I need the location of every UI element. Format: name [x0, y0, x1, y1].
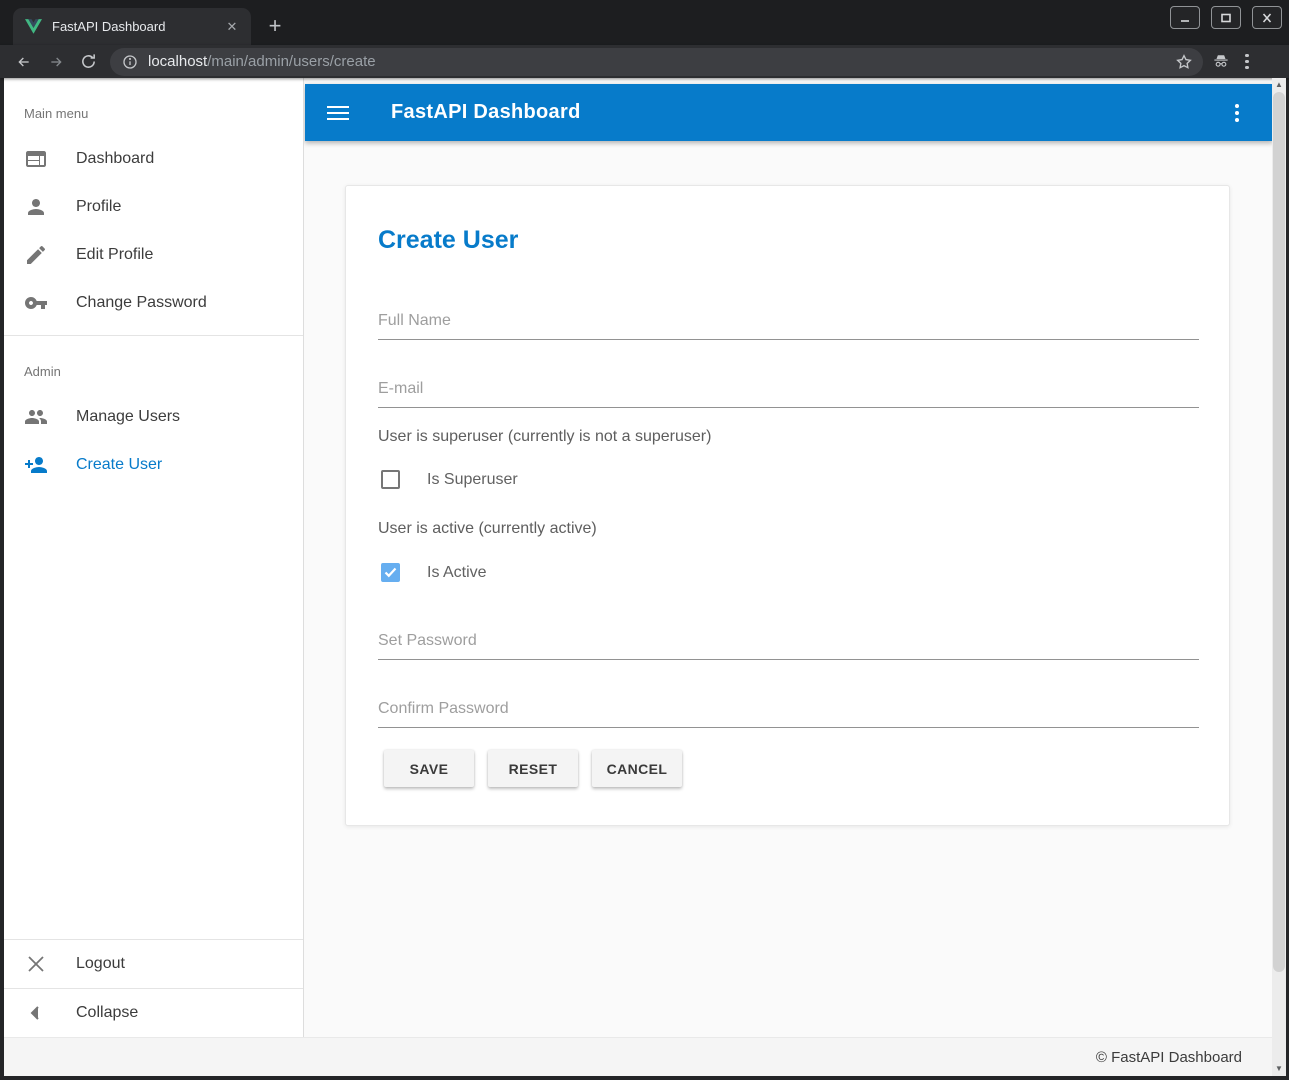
sidebar-item-label: Create User — [76, 456, 162, 474]
info-icon[interactable] — [122, 54, 138, 70]
browser-tab[interactable]: FastAPI Dashboard ✕ — [13, 8, 251, 45]
copyright-text: © FastAPI Dashboard — [1096, 1049, 1242, 1066]
full-name-input[interactable] — [378, 302, 1199, 340]
vue-logo-icon — [25, 19, 42, 34]
is-active-checkbox-row[interactable]: Is Active — [381, 563, 487, 582]
new-tab-icon[interactable]: + — [262, 13, 288, 39]
sidebar-item-label: Profile — [76, 198, 121, 216]
reload-icon[interactable] — [72, 48, 104, 76]
close-x-icon — [24, 952, 48, 976]
sidebar-item-create-user[interactable]: Create User — [4, 441, 303, 489]
active-hint: User is active (currently active) — [378, 520, 597, 538]
window-controls — [1170, 6, 1282, 29]
page-viewport: Main menu Dashboard Profile Edit Profile… — [4, 78, 1286, 1076]
save-button[interactable]: SAVE — [384, 750, 474, 787]
app-toolbar: FastAPI Dashboard — [305, 84, 1273, 141]
reset-button[interactable]: RESET — [488, 750, 578, 787]
sidebar-item-logout[interactable]: Logout — [4, 940, 303, 988]
set-password-input[interactable] — [378, 622, 1199, 660]
browser-toolbar: localhost/main/admin/users/create — [0, 45, 1289, 78]
maximize-icon[interactable] — [1211, 6, 1241, 29]
sidebar-item-edit-profile[interactable]: Edit Profile — [4, 231, 303, 279]
superuser-hint: User is superuser (currently is not a su… — [378, 428, 711, 446]
window-close-icon[interactable] — [1252, 6, 1282, 29]
hamburger-menu-icon[interactable] — [327, 101, 351, 125]
scrollbar-up-arrow-icon[interactable]: ▲ — [1272, 78, 1286, 92]
email-input[interactable] — [378, 370, 1199, 408]
checkbox-unchecked-icon[interactable] — [381, 470, 400, 489]
sidebar: Main menu Dashboard Profile Edit Profile… — [4, 78, 304, 1037]
sidebar-item-label: Collapse — [76, 1004, 138, 1022]
confirm-password-input[interactable] — [378, 690, 1199, 728]
create-user-card: Create User User is superuser (currently… — [345, 185, 1230, 826]
web-icon — [24, 147, 48, 171]
is-superuser-checkbox-row[interactable]: Is Superuser — [381, 470, 518, 489]
people-icon — [24, 405, 48, 429]
sidebar-item-label: Logout — [76, 955, 125, 973]
browser-titlebar: FastAPI Dashboard ✕ + — [0, 0, 1289, 45]
sidebar-section-main-menu: Main menu — [4, 78, 303, 135]
scrollbar-thumb[interactable] — [1273, 92, 1285, 972]
tab-title: FastAPI Dashboard — [52, 19, 223, 34]
app-title: FastAPI Dashboard — [391, 101, 1225, 124]
cancel-button[interactable]: CANCEL — [592, 750, 682, 787]
url-host: localhost — [148, 53, 207, 70]
browser-menu-icon[interactable] — [1245, 54, 1249, 70]
sidebar-item-profile[interactable]: Profile — [4, 183, 303, 231]
page-footer: © FastAPI Dashboard — [4, 1037, 1272, 1076]
checkbox-label: Is Superuser — [427, 471, 518, 489]
person-icon — [24, 195, 48, 219]
checkbox-label: Is Active — [427, 564, 487, 582]
tab-close-icon[interactable]: ✕ — [223, 18, 241, 36]
sidebar-item-change-password[interactable]: Change Password — [4, 279, 303, 327]
sidebar-item-collapse[interactable]: Collapse — [4, 989, 303, 1037]
sidebar-item-label: Dashboard — [76, 150, 154, 168]
sidebar-item-dashboard[interactable]: Dashboard — [4, 135, 303, 183]
minimize-icon[interactable] — [1170, 6, 1200, 29]
key-icon — [24, 291, 48, 315]
chevron-left-icon — [24, 1001, 48, 1025]
url-text[interactable]: localhost/main/admin/users/create — [148, 53, 1175, 70]
sidebar-item-label: Change Password — [76, 294, 207, 312]
vertical-scrollbar[interactable]: ▲ ▼ — [1272, 78, 1286, 1076]
url-path: /main/admin/users/create — [207, 53, 375, 70]
sidebar-section-admin: Admin — [4, 336, 303, 393]
sidebar-bottom: Logout Collapse — [4, 939, 303, 1037]
sidebar-item-manage-users[interactable]: Manage Users — [4, 393, 303, 441]
person-add-icon — [24, 453, 48, 477]
main-content: FastAPI Dashboard Create User User is su… — [305, 78, 1273, 1037]
kebab-menu-icon[interactable] — [1225, 101, 1249, 125]
page-title: Create User — [378, 226, 518, 255]
pencil-icon — [24, 243, 48, 267]
checkbox-checked-icon[interactable] — [381, 563, 400, 582]
form-buttons: SAVE RESET CANCEL — [384, 750, 682, 787]
sidebar-item-label: Edit Profile — [76, 246, 153, 264]
forward-icon[interactable] — [40, 48, 72, 76]
scrollbar-down-arrow-icon[interactable]: ▼ — [1272, 1062, 1286, 1076]
url-bar[interactable]: localhost/main/admin/users/create — [110, 48, 1203, 76]
sidebar-item-label: Manage Users — [76, 408, 180, 426]
incognito-icon[interactable] — [1211, 53, 1231, 71]
bookmark-star-icon[interactable] — [1175, 53, 1193, 71]
back-icon[interactable] — [8, 48, 40, 76]
